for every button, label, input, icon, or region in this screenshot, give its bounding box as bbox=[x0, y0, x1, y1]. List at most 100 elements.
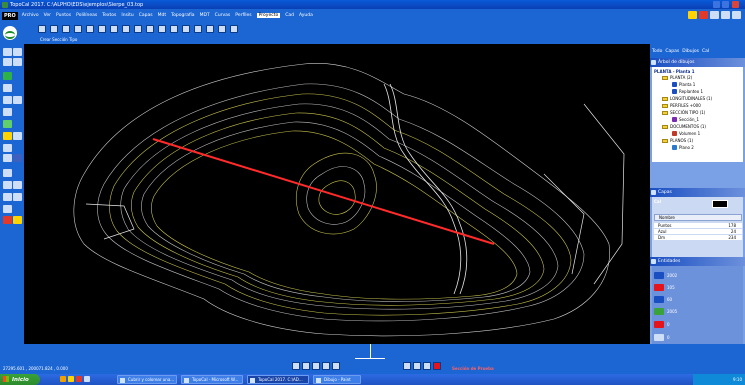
walk-icon[interactable] bbox=[13, 216, 22, 224]
move-icon[interactable] bbox=[3, 96, 12, 104]
maximize-button[interactable] bbox=[722, 1, 729, 8]
tree-node[interactable]: Volumen 1 bbox=[672, 131, 700, 136]
tree-section-header[interactable]: Árbol de dibujos bbox=[650, 58, 745, 67]
tool-window-icon[interactable] bbox=[86, 25, 94, 33]
folder-icon[interactable] bbox=[68, 376, 74, 382]
block-icon[interactable] bbox=[13, 154, 22, 162]
a-icon[interactable] bbox=[699, 11, 708, 19]
menu-curvas[interactable]: Curvas bbox=[215, 13, 231, 18]
ortho-toggle-icon[interactable] bbox=[312, 362, 320, 370]
measure-tool-icon[interactable] bbox=[3, 169, 12, 177]
prop-row[interactable]: 0 bbox=[654, 319, 742, 329]
menu-ver[interactable]: Ver bbox=[44, 13, 51, 18]
menu-capas[interactable]: Capas bbox=[139, 13, 153, 18]
tool-rotate-icon[interactable] bbox=[134, 25, 142, 33]
prop-row[interactable]: 2005 bbox=[654, 306, 742, 316]
tool-box-icon[interactable] bbox=[230, 25, 238, 33]
hatch-icon[interactable] bbox=[13, 132, 22, 140]
tool-copy-icon[interactable] bbox=[98, 25, 106, 33]
prop-row[interactable]: 0 bbox=[654, 332, 742, 342]
tab-todo[interactable]: Todo bbox=[652, 49, 662, 54]
tool-table-icon[interactable] bbox=[158, 25, 166, 33]
zoom-out-icon[interactable] bbox=[413, 362, 421, 370]
media-icon[interactable] bbox=[76, 376, 82, 382]
tree-node[interactable]: DOCUMENTOS (1) bbox=[662, 124, 706, 129]
person-icon[interactable] bbox=[3, 216, 12, 224]
tree-node[interactable]: Plano 2 bbox=[672, 145, 694, 150]
tree-node[interactable]: PLANTA (2) bbox=[662, 75, 692, 80]
node-icon[interactable] bbox=[3, 181, 12, 189]
tree-node[interactable]: SECCIÓN TIPO (1) bbox=[662, 110, 705, 115]
menu-puntos[interactable]: Puntos bbox=[56, 13, 71, 18]
print-icon[interactable] bbox=[3, 205, 12, 213]
tab-dibujos[interactable]: Dibujos bbox=[682, 49, 699, 54]
section-line[interactable] bbox=[152, 138, 495, 245]
layer-row[interactable]: Puntos 178 bbox=[654, 223, 742, 228]
list-icon[interactable] bbox=[3, 120, 12, 128]
tree-node[interactable]: Planta 1 bbox=[672, 82, 695, 87]
taskbar-item[interactable]: TopoCal 2017. C:\AD... bbox=[247, 375, 309, 384]
close-button[interactable] bbox=[732, 1, 739, 8]
menu-mdt-lower[interactable]: Mdt bbox=[158, 13, 167, 18]
layers-icon[interactable] bbox=[710, 11, 719, 19]
tool-scale-icon[interactable] bbox=[146, 25, 154, 33]
tree-root[interactable]: PLANTA - Planta 1 bbox=[654, 69, 741, 74]
menu-cad[interactable]: Cad bbox=[285, 13, 294, 18]
entities-section-header[interactable]: Entidades bbox=[650, 257, 745, 266]
tool-curve-icon[interactable] bbox=[62, 25, 70, 33]
tree-node[interactable]: PLANOS (1) bbox=[662, 138, 693, 143]
taskbar-item[interactable]: Cubrir y colorear una... bbox=[117, 375, 177, 384]
snap-toggle-icon[interactable] bbox=[302, 362, 310, 370]
zoom-icon[interactable] bbox=[13, 48, 22, 56]
grid-toggle-icon[interactable] bbox=[292, 362, 300, 370]
pointer-icon[interactable] bbox=[3, 48, 12, 56]
rotate-icon[interactable] bbox=[13, 96, 22, 104]
tool-move-icon[interactable] bbox=[122, 25, 130, 33]
tool-circle-icon[interactable] bbox=[206, 25, 214, 33]
measure-icon[interactable] bbox=[3, 108, 12, 116]
menu-insitu[interactable]: Insitu bbox=[121, 13, 133, 18]
desktop-icon[interactable] bbox=[84, 376, 90, 382]
menu-archivo[interactable]: Archivo bbox=[22, 13, 39, 18]
select-icon[interactable] bbox=[3, 193, 12, 201]
tool-section-icon[interactable] bbox=[38, 25, 46, 33]
grid-icon[interactable] bbox=[721, 11, 730, 19]
menu-textos[interactable]: Textos bbox=[102, 13, 116, 18]
tab-capas[interactable]: Capas bbox=[665, 49, 679, 54]
taskbar-item[interactable]: Dibujo - Paint bbox=[313, 375, 361, 384]
menu-mdt[interactable]: MDT bbox=[200, 13, 210, 18]
zoom-in-icon[interactable] bbox=[403, 362, 411, 370]
menu-proyecto[interactable]: Proyecto bbox=[256, 13, 281, 18]
tree-node[interactable]: Sección_1 bbox=[672, 117, 699, 122]
prop-row[interactable]: 60 bbox=[654, 294, 742, 304]
tab-cal[interactable]: Cal bbox=[702, 49, 709, 54]
layer-color-swatch[interactable] bbox=[712, 200, 728, 208]
tool-paste-icon[interactable] bbox=[110, 25, 118, 33]
layers-toggle-icon[interactable] bbox=[322, 362, 330, 370]
tool-target-icon[interactable] bbox=[218, 25, 226, 33]
line-icon[interactable] bbox=[3, 144, 12, 152]
menu-topografia[interactable]: Topografía bbox=[171, 13, 194, 18]
chart-icon[interactable] bbox=[3, 154, 12, 162]
record-icon[interactable] bbox=[433, 362, 441, 370]
tree-node[interactable]: LONGITUDINALES (1) bbox=[662, 96, 712, 101]
grid-icon[interactable] bbox=[3, 58, 12, 66]
filter-icon[interactable] bbox=[13, 193, 22, 201]
tool-layers-icon[interactable] bbox=[170, 25, 178, 33]
menu-polilineas[interactable]: Polilíneas bbox=[76, 13, 97, 18]
layers-section-header[interactable]: Capas bbox=[650, 188, 745, 197]
tool-polyline-icon[interactable] bbox=[74, 25, 82, 33]
text-icon[interactable] bbox=[3, 132, 12, 140]
zoom-window-icon[interactable] bbox=[423, 362, 431, 370]
tree-node[interactable]: PERFILES +000 bbox=[662, 103, 701, 108]
view-toggle-icon[interactable] bbox=[332, 362, 340, 370]
tool-arc-icon[interactable] bbox=[50, 25, 58, 33]
tree-node[interactable]: Replanteo 1 bbox=[672, 89, 703, 94]
prop-row[interactable]: 2002 bbox=[654, 270, 742, 280]
layer-row[interactable]: Dm 234 bbox=[654, 235, 742, 240]
drawing-canvas[interactable] bbox=[24, 44, 650, 344]
ie-icon[interactable] bbox=[60, 376, 66, 382]
pencil-icon[interactable] bbox=[688, 11, 697, 19]
tool-edit-icon[interactable] bbox=[194, 25, 202, 33]
layer-row[interactable]: Azul 24 bbox=[654, 229, 742, 234]
